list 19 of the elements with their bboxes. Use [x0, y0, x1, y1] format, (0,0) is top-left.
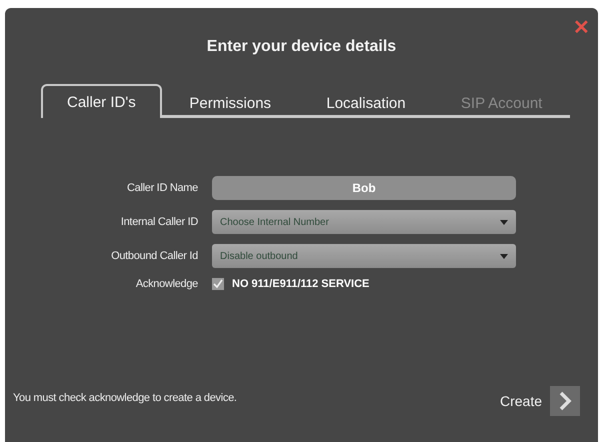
checkbox-label: NO 911/E911/112 SERVICE: [232, 278, 370, 290]
dropdown[interactable]: Choose Internal Number: [212, 210, 516, 234]
field-label: Outbound Caller Id: [110, 250, 198, 262]
footer-message: You must check acknowledge to create a device.: [13, 392, 237, 404]
create-button[interactable]: Create: [500, 386, 580, 416]
dialog-title: Enter your device details: [206, 38, 398, 56]
field-label: Internal Caller ID: [120, 216, 198, 228]
checkbox[interactable]: [212, 278, 224, 290]
tab[interactable]: Permissions: [162, 92, 299, 118]
chevron-right-icon: [558, 391, 572, 411]
dropdown[interactable]: Disable outbound: [212, 244, 516, 268]
caller-name-field[interactable]: Bob: [212, 176, 516, 200]
tab[interactable]: Caller ID's: [41, 84, 162, 118]
tab[interactable]: Localisation: [298, 92, 434, 118]
caret-icon: [500, 254, 508, 258]
field-label: Acknowledge: [134, 278, 198, 290]
caret-icon: [500, 220, 508, 224]
field-label: Caller ID Name: [126, 182, 198, 194]
close-button[interactable]: ✕: [571, 18, 592, 38]
